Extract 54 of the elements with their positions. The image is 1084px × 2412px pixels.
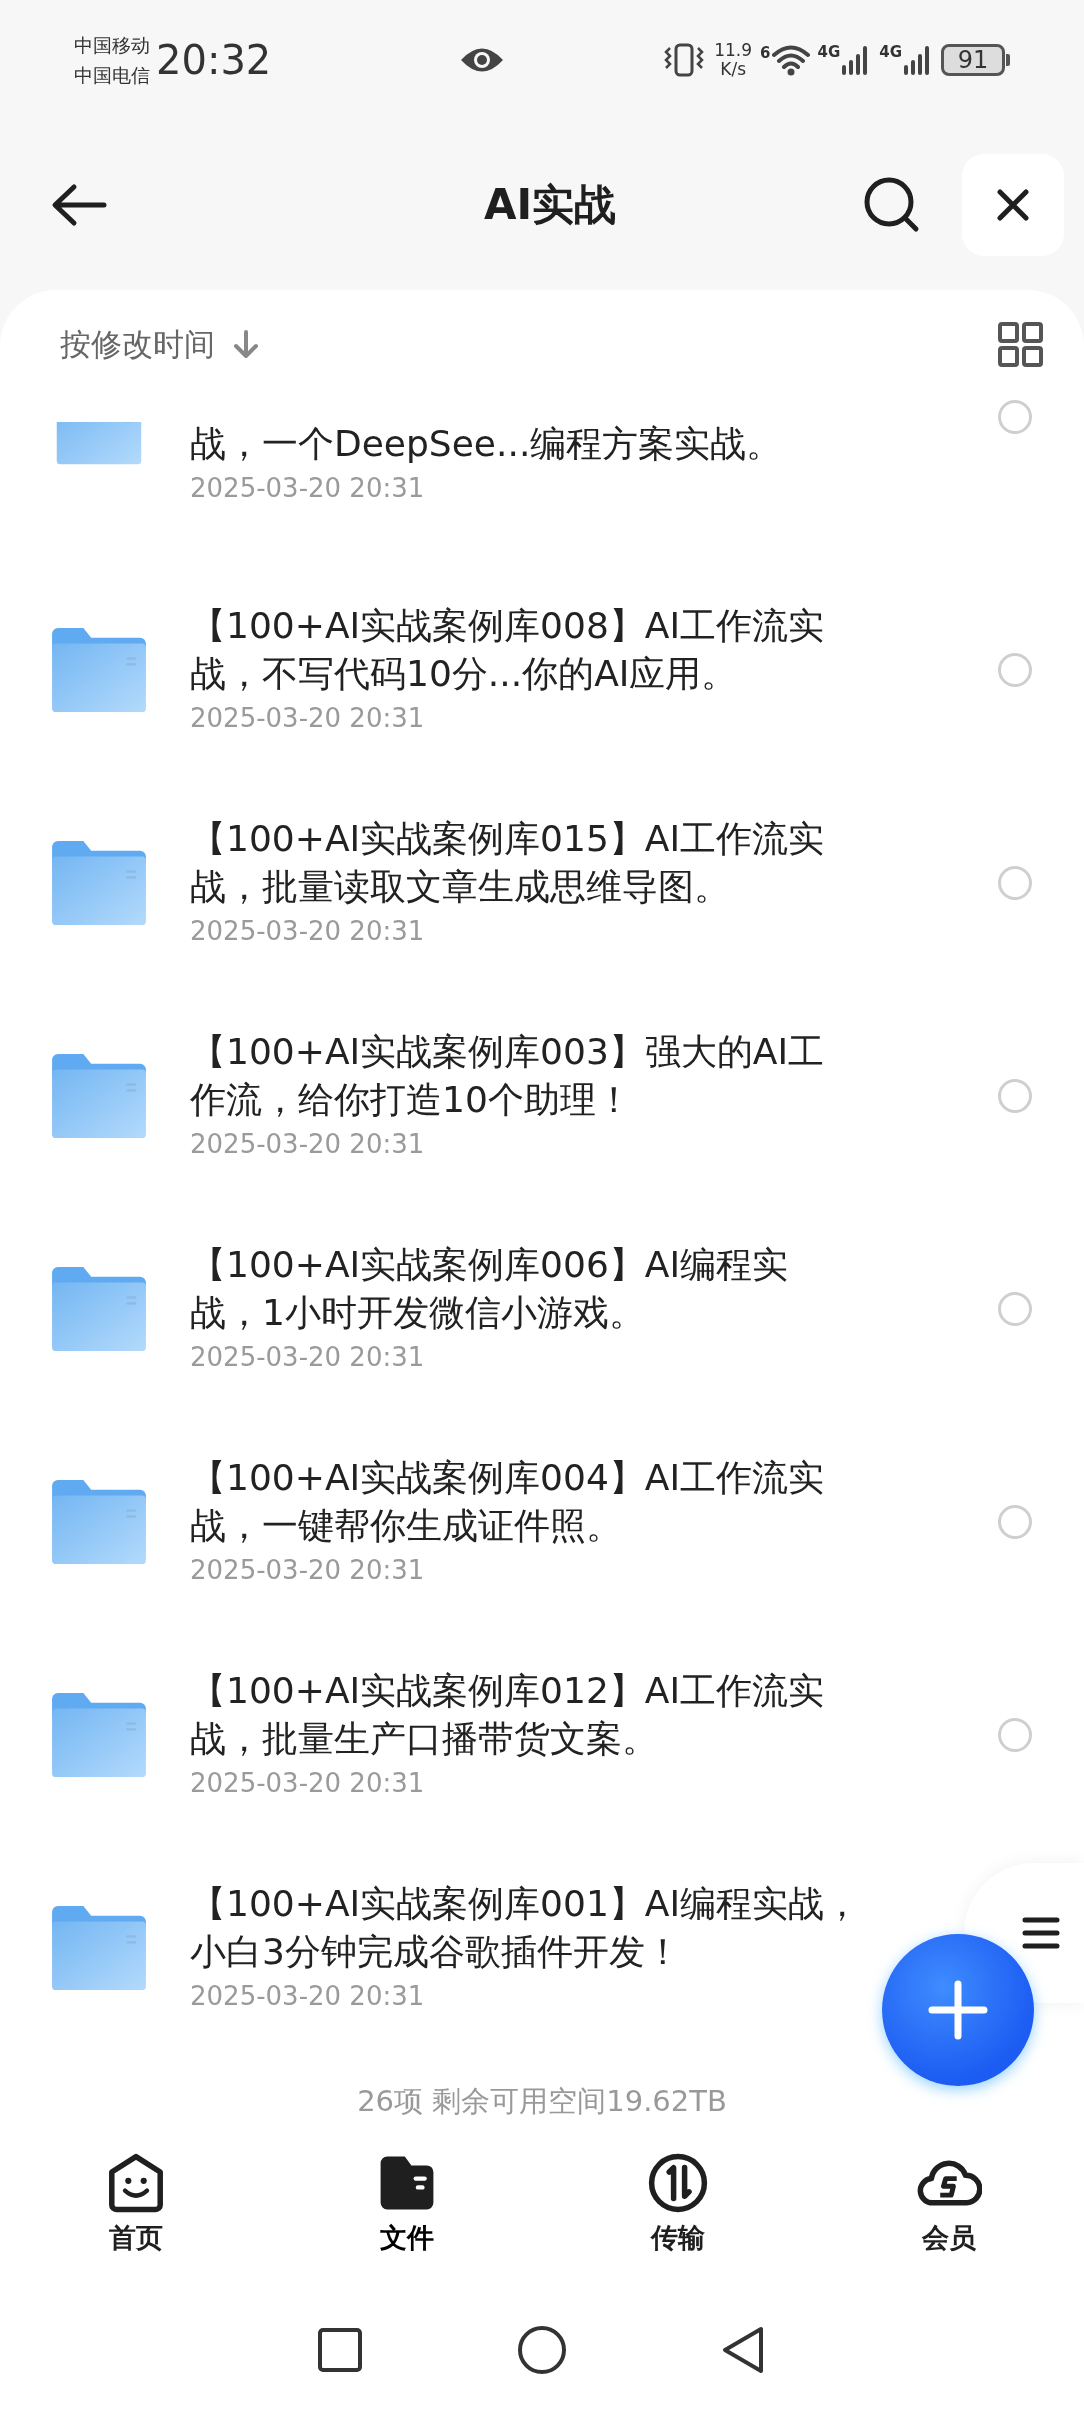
select-checkbox[interactable] [998,1291,1032,1326]
wifi-icon [771,44,810,76]
network-label: 4G [817,43,841,61]
back-button[interactable] [50,183,108,227]
folder-icon [50,838,148,927]
folder-icon [50,1477,148,1566]
folder-icon [50,1903,148,1992]
modified-date: 2025-03-20 20:31 [190,1340,426,1374]
close-icon [996,188,1030,222]
folder-name[interactable]: 【100+AI实战案例库003】强大的AI工作流，给你打造10个助理！ [190,1027,848,1124]
battery-level: 91 [941,44,1005,76]
folder-name[interactable]: 战，一个DeepSee...编程方案实战。 [190,420,848,468]
select-checkbox[interactable] [998,652,1032,687]
select-checkbox[interactable] [998,400,1032,434]
select-checkbox[interactable] [998,1717,1032,1752]
folder-name[interactable]: 【100+AI实战案例库001】AI编程实战，小白3分钟完成谷歌插件开发！ [190,1879,882,1976]
folder-icon [50,625,148,714]
folder-icon [50,1051,148,1140]
sort-button[interactable]: 按修改时间 [60,324,259,366]
folder-icon [50,1264,148,1353]
modified-date: 2025-03-20 20:31 [190,914,426,948]
grid-view-button[interactable] [998,322,1044,368]
folder-name[interactable]: 【100+AI实战案例库008】AI工作流实战，不写代码10分...你的AI应用。 [190,601,848,698]
arrow-down-icon [233,330,259,360]
storage-summary: 26项 剩余可用空间19.62TB [356,2083,728,2120]
modified-date: 2025-03-20 20:31 [190,1553,426,1587]
folder-name[interactable]: 【100+AI实战案例库012】AI工作流实战，批量生产口播带货文案。 [190,1666,848,1763]
plus-icon [928,1980,988,2040]
modified-date: 2025-03-20 20:31 [190,701,426,735]
wifi-label: 6 [760,44,771,62]
network-label: 4G [879,43,902,61]
modified-date: 2025-03-20 20:31 [190,1979,426,2013]
close-button[interactable] [962,154,1064,256]
carrier-name: 中国移动 [74,33,150,58]
folder-name[interactable]: 【100+AI实战案例库004】AI工作流实战，一键帮你生成证件照。 [190,1453,848,1550]
select-checkbox[interactable] [998,1504,1032,1539]
page-title: AI实战 [482,179,618,231]
clock: 20:32 [156,37,272,83]
speed-unit: K/s [720,60,746,79]
modified-date: 2025-03-20 20:31 [190,472,426,505]
nav-tab[interactable]: 文件 [271,2150,542,2290]
folder-name[interactable]: 【100+AI实战案例库006】AI编程实战，1小时开发微信小游戏。 [190,1240,848,1337]
modified-date: 2025-03-20 20:31 [190,1127,426,1161]
carrier-name: 中国电信 [74,63,150,88]
folder-name[interactable]: 【100+AI实战案例库015】AI工作流实战，批量读取文章生成思维导图。 [190,814,848,911]
nav-tab[interactable]: 首页 [0,2150,271,2290]
menu-icon [1022,1916,1060,1950]
modified-date: 2025-03-20 20:31 [190,1766,426,1800]
select-checkbox[interactable] [998,1078,1032,1113]
nav-tab[interactable]: 传输 [542,2150,813,2290]
speed-value: 11.9 [714,41,753,60]
folder-icon [50,1690,148,1779]
select-checkbox[interactable] [998,865,1032,900]
nav-tab[interactable]: 会员 [813,2150,1084,2290]
